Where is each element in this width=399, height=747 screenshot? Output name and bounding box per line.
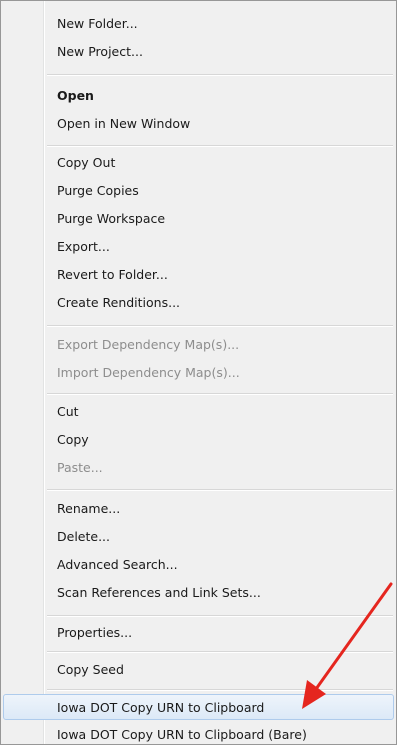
menu-item-cut[interactable]: Cut — [3, 398, 394, 424]
menu-item-export[interactable]: Export... — [3, 233, 394, 259]
menu-item-properties[interactable]: Properties... — [3, 619, 394, 645]
menu-separator — [47, 651, 393, 653]
menu-separator — [47, 325, 393, 327]
menu-item-create-renditions[interactable]: Create Renditions... — [3, 289, 394, 315]
menu-item-open[interactable]: Open — [3, 82, 394, 108]
menu-item-iowa-dot-copy-urn-bare[interactable]: Iowa DOT Copy URN to Clipboard (Bare) — [3, 721, 394, 747]
menu-item-purge-workspace[interactable]: Purge Workspace — [3, 205, 394, 231]
menu-separator — [47, 393, 393, 395]
menu-item-paste: Paste... — [57, 459, 103, 475]
menu-item-purge-copies[interactable]: Purge Copies — [3, 177, 394, 203]
menu-separator — [47, 489, 393, 491]
menu-item-copy-out[interactable]: Copy Out — [3, 149, 394, 175]
menu-separator — [47, 145, 393, 147]
menu-item-export-dependency-maps: Export Dependency Map(s)... — [57, 336, 240, 352]
menu-item-revert-to-folder[interactable]: Revert to Folder... — [3, 261, 394, 287]
menu-item-open-in-new-window[interactable]: Open in New Window — [3, 110, 394, 136]
menu-item-scan-references[interactable]: Scan References and Link Sets... — [3, 579, 394, 605]
menu-item-new-project[interactable]: New Project... — [3, 38, 394, 64]
menu-item-advanced-search[interactable]: Advanced Search... — [3, 551, 394, 577]
menu-separator — [47, 74, 393, 76]
menu-item-rename[interactable]: Rename... — [3, 495, 394, 521]
menu-separator — [47, 689, 393, 691]
menu-separator — [47, 615, 393, 617]
menu-item-delete[interactable]: Delete... — [3, 523, 394, 549]
menu-item-iowa-dot-copy-urn[interactable]: Iowa DOT Copy URN to Clipboard — [3, 694, 394, 720]
context-menu: New Folder... New Project... Open Open i… — [0, 0, 397, 745]
menu-item-new-folder[interactable]: New Folder... — [3, 10, 394, 36]
menu-item-copy-seed[interactable]: Copy Seed — [3, 656, 394, 682]
menu-item-import-dependency-maps: Import Dependency Map(s)... — [57, 364, 240, 380]
menu-item-copy[interactable]: Copy — [3, 426, 394, 452]
